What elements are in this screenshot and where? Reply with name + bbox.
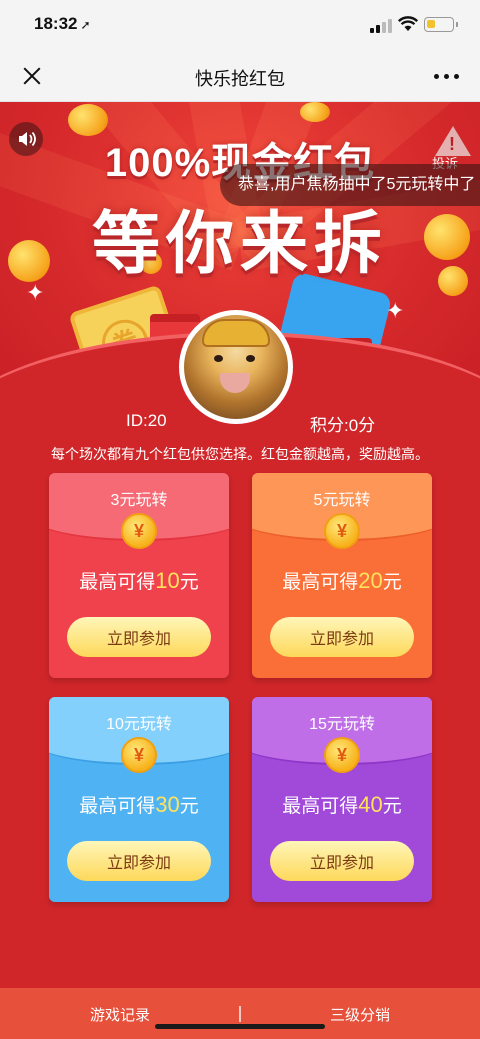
sparkle-decoration: ✦	[386, 298, 405, 323]
speaker-button[interactable]	[9, 122, 43, 156]
join-button[interactable]: 立即参加	[67, 841, 211, 881]
card-max-prize: 最高可得40元	[282, 792, 402, 817]
card-max-prize: 最高可得30元	[79, 792, 199, 817]
red-packet-card-3[interactable]: 3元玩转 ¥ 最高可得10元 立即参加	[49, 473, 229, 678]
red-packet-card-15[interactable]: 15元玩转 ¥ 最高可得40元 立即参加	[252, 697, 432, 902]
yen-coin-icon: ¥	[121, 737, 157, 773]
coin-decoration	[300, 102, 330, 122]
user-score: 积分:0分	[310, 416, 376, 435]
tab-game-records[interactable]: 游戏记录	[90, 1004, 150, 1025]
more-icon[interactable]	[434, 74, 460, 80]
battery-icon	[424, 17, 458, 32]
page-title: 快乐抢红包	[195, 69, 285, 89]
join-button[interactable]: 立即参加	[67, 617, 211, 657]
info-text: 每个场次都有九个红包供您选择。红包金额越高，奖励越高。	[51, 446, 429, 462]
home-indicator[interactable]	[155, 1024, 325, 1029]
red-packet-card-10[interactable]: 10元玩转 ¥ 最高可得30元 立即参加	[49, 697, 229, 902]
card-name: 10元玩转	[106, 716, 172, 733]
bottom-tab-bar: 游戏记录 三级分销	[0, 988, 480, 1039]
user-id: ID:20	[126, 411, 167, 430]
join-button[interactable]: 立即参加	[270, 841, 414, 881]
wifi-icon	[398, 16, 418, 31]
card-max-prize: 最高可得10元	[79, 568, 199, 593]
nav-bar: 快乐抢红包	[0, 50, 480, 102]
tab-distribution[interactable]: 三级分销	[330, 1004, 390, 1025]
card-name: 3元玩转	[110, 492, 168, 509]
signal-icon	[370, 19, 392, 33]
status-time: 18:32 ➚	[34, 14, 91, 33]
location-arrow-icon: ➚	[80, 18, 91, 32]
battery-level	[427, 20, 435, 28]
card-name: 15元玩转	[309, 716, 375, 733]
speaker-icon	[19, 131, 36, 147]
warning-icon	[435, 126, 471, 156]
status-bar: 18:32 ➚	[0, 0, 480, 50]
yen-coin-icon: ¥	[324, 737, 360, 773]
red-packet-card-5[interactable]: 5元玩转 ¥ 最高可得20元 立即参加	[252, 473, 432, 678]
yen-coin-icon: ¥	[121, 513, 157, 549]
winner-ticker: 恭喜,用户焦杨抽中了5元玩转中了	[220, 164, 480, 206]
card-max-prize: 最高可得20元	[282, 568, 402, 593]
tab-divider	[239, 1006, 241, 1022]
card-name: 5元玩转	[313, 492, 371, 509]
join-button[interactable]: 立即参加	[270, 617, 414, 657]
avatar	[179, 310, 293, 424]
yen-coin-icon: ¥	[324, 513, 360, 549]
